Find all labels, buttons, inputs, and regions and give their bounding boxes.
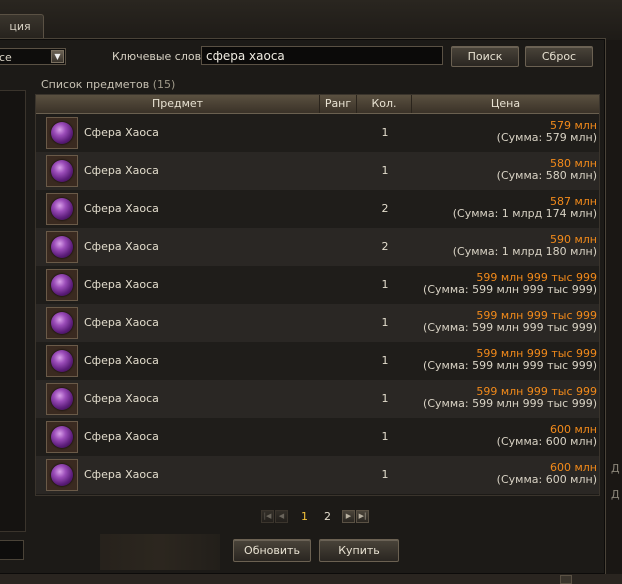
refresh-button[interactable]: Обновить: [233, 539, 311, 562]
item-sum: (Сумма: 1 млрд 180 млн): [452, 245, 597, 258]
item-name: Сфера Хаоса: [84, 392, 159, 405]
chaos-orb-icon: [46, 193, 78, 225]
item-sum: (Сумма: 599 млн 999 тыс 999): [423, 321, 597, 334]
reset-button[interactable]: Сброс: [525, 46, 593, 67]
left-input-box[interactable]: [0, 540, 24, 560]
tab-auction[interactable]: ция: [0, 14, 44, 39]
table-row[interactable]: Сфера Хаоса 1 600 млн (Сумма: 600 млн): [36, 456, 599, 494]
item-name: Сфера Хаоса: [84, 278, 159, 291]
chaos-orb-icon: [46, 345, 78, 377]
chaos-orb-icon: [46, 155, 78, 187]
column-header-item[interactable]: Предмет: [36, 95, 320, 113]
chaos-orb-icon: [46, 421, 78, 453]
item-quantity: 1: [381, 468, 389, 481]
last-page-icon[interactable]: ▶|: [356, 510, 369, 523]
chaos-orb-icon: [46, 117, 78, 149]
chaos-orb-icon: [46, 459, 78, 491]
items-table: Предмет Ранг Кол. Цена Сфера Хаоса 1 579 м…: [35, 94, 600, 496]
item-name: Сфера Хаоса: [84, 202, 159, 215]
next-page-icon[interactable]: ▶: [342, 510, 355, 523]
search-button[interactable]: Поиск: [451, 46, 519, 67]
category-panel: [0, 90, 26, 532]
item-count: (15): [152, 78, 176, 91]
item-sum: (Сумма: 600 млн): [496, 473, 597, 486]
keywords-input[interactable]: [201, 46, 443, 65]
table-row[interactable]: Сфера Хаоса 2 587 млн (Сумма: 1 млрд 174 мл…: [36, 190, 599, 228]
item-quantity: 1: [381, 126, 389, 139]
side-text-2: Д: [611, 488, 620, 501]
chaos-orb-icon: [46, 383, 78, 415]
page-2[interactable]: 2: [324, 510, 331, 523]
item-list-label: Список предметов: [41, 78, 150, 91]
table-row[interactable]: Сфера Хаоса 1 599 млн 999 тыс 999 (Сумма: 5…: [36, 380, 599, 418]
table-row[interactable]: Сфера Хаоса 1 599 млн 999 тыс 999 (Сумма: 5…: [36, 304, 599, 342]
item-sum: (Сумма: 580 млн): [496, 169, 597, 182]
item-sum: (Сумма: 600 млн): [496, 435, 597, 448]
table-row[interactable]: Сфера Хаоса 2 590 млн (Сумма: 1 млрд 180 мл…: [36, 228, 599, 266]
item-sum: (Сумма: 599 млн 999 тыс 999): [423, 359, 597, 372]
table-header: Предмет Ранг Кол. Цена: [36, 95, 599, 114]
item-sum: (Сумма: 1 млрд 174 млн): [452, 207, 597, 220]
keywords-label: Ключевые слова: [112, 50, 208, 63]
first-page-icon[interactable]: |◀: [261, 510, 274, 523]
table-row[interactable]: Сфера Хаоса 1 579 млн (Сумма: 579 млн): [36, 114, 599, 152]
column-header-qty[interactable]: Кол.: [357, 95, 412, 113]
category-select[interactable]: се ▼: [0, 48, 66, 65]
buy-button[interactable]: Купить: [319, 539, 399, 562]
prev-page-icon[interactable]: ◀: [275, 510, 288, 523]
item-sum: (Сумма: 599 млн 999 тыс 999): [423, 283, 597, 296]
item-list-title: Список предметов (15): [41, 78, 175, 91]
item-name: Сфера Хаоса: [84, 468, 159, 481]
item-sum: (Сумма: 579 млн): [496, 131, 597, 144]
item-quantity: 1: [381, 354, 389, 367]
item-name: Сфера Хаоса: [84, 164, 159, 177]
category-select-value: се: [0, 51, 12, 64]
chaos-orb-icon: [46, 269, 78, 301]
item-name: Сфера Хаоса: [84, 316, 159, 329]
window-titlebar: [0, 0, 622, 40]
item-quantity: 1: [381, 316, 389, 329]
column-header-price[interactable]: Цена: [412, 95, 599, 113]
table-row[interactable]: Сфера Хаоса 1 599 млн 999 тыс 999 (Сумма: 5…: [36, 266, 599, 304]
item-quantity: 1: [381, 392, 389, 405]
side-text-1: Д: [611, 462, 620, 475]
page-1[interactable]: 1: [301, 510, 308, 523]
chaos-orb-icon: [46, 307, 78, 339]
item-quantity: 1: [381, 430, 389, 443]
item-sum: (Сумма: 599 млн 999 тыс 999): [423, 397, 597, 410]
table-row[interactable]: Сфера Хаоса 1 580 млн (Сумма: 580 млн): [36, 152, 599, 190]
bottom-bar: [0, 574, 622, 584]
background-decoration: [100, 534, 220, 570]
item-quantity: 2: [381, 202, 389, 215]
item-name: Сфера Хаоса: [84, 430, 159, 443]
chevron-down-icon[interactable]: ▼: [51, 50, 64, 63]
table-row[interactable]: Сфера Хаоса 1 599 млн 999 тыс 999 (Сумма: 5…: [36, 342, 599, 380]
item-name: Сфера Хаоса: [84, 126, 159, 139]
item-quantity: 1: [381, 164, 389, 177]
table-row[interactable]: Сфера Хаоса 1 600 млн (Сумма: 600 млн): [36, 418, 599, 456]
item-name: Сфера Хаоса: [84, 240, 159, 253]
item-quantity: 2: [381, 240, 389, 253]
chaos-orb-icon: [46, 231, 78, 263]
item-name: Сфера Хаоса: [84, 354, 159, 367]
column-header-rank[interactable]: Ранг: [320, 95, 357, 113]
scroll-handle[interactable]: [560, 575, 572, 584]
item-quantity: 1: [381, 278, 389, 291]
